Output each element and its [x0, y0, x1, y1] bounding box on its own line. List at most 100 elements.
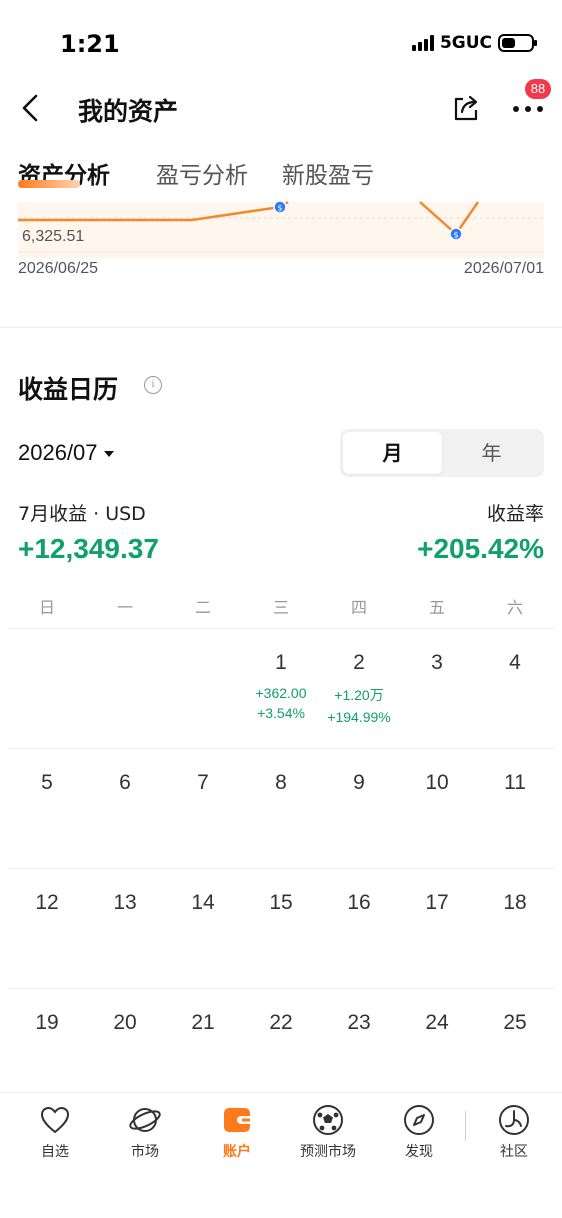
chart-marker: $	[449, 227, 463, 241]
calendar-day[interactable]: 8	[242, 749, 320, 868]
calendar-day-empty	[8, 629, 86, 748]
info-icon[interactable]: i	[144, 376, 162, 394]
day-number: 12	[35, 891, 59, 914]
tab-pnl-analysis[interactable]: 盈亏分析	[156, 156, 248, 190]
day-number: 17	[425, 891, 449, 914]
day-number: 1	[275, 651, 287, 674]
nav-label: 社区	[500, 1144, 528, 1160]
nav-prediction-market[interactable]: 预测市场	[288, 1103, 368, 1161]
weekday-label: 四	[350, 598, 367, 617]
calendar-day[interactable]: 2 +1.20万 +194.99%	[320, 629, 398, 748]
calendar-day[interactable]: 18	[476, 869, 554, 988]
calendar-day[interactable]: 12	[8, 869, 86, 988]
day-pnl: +362.00	[255, 685, 307, 701]
section-divider	[0, 327, 562, 328]
nav-label: 预测市场	[300, 1144, 356, 1160]
day-number: 11	[504, 771, 526, 794]
calendar-day[interactable]: 16	[320, 869, 398, 988]
day-number: 3	[431, 651, 443, 674]
day-number: 6	[119, 771, 131, 794]
month-label: 2026/07	[18, 440, 98, 465]
caret-down-icon	[103, 451, 114, 457]
calendar-day[interactable]: 7	[164, 749, 242, 868]
nav-label: 市场	[131, 1144, 159, 1160]
calendar-day-empty	[164, 629, 242, 748]
chart-end-date: 2026/07/01	[463, 260, 544, 277]
day-number: 24	[425, 1011, 449, 1034]
weekday-label: 日	[38, 598, 55, 617]
day-number: 19	[35, 1011, 59, 1034]
day-number: 21	[191, 1011, 215, 1034]
calendar-day[interactable]: 9	[320, 749, 398, 868]
nav-community[interactable]: 社区	[474, 1103, 554, 1161]
analysis-tabs: 资产分析 盈亏分析 新股盈亏	[0, 150, 562, 198]
calendar-day[interactable]: 15	[242, 869, 320, 988]
share-icon[interactable]	[448, 90, 484, 126]
calendar-day[interactable]: 22	[242, 989, 320, 1108]
calendar-day[interactable]: 11	[476, 749, 554, 868]
calendar-day[interactable]: 3	[398, 629, 476, 748]
calendar-week: 1 +362.00 +3.54% 2 +1.20万 +194.99% 3 4	[8, 628, 554, 748]
calendar-day[interactable]: 21	[164, 989, 242, 1108]
calendar-day-empty	[86, 629, 164, 748]
calendar-day[interactable]: 24	[398, 989, 476, 1108]
day-number: 7	[197, 771, 209, 794]
nav-watchlist[interactable]: 自选	[15, 1103, 95, 1161]
calendar-day[interactable]: 4	[476, 629, 554, 748]
rate-label: 收益率	[486, 503, 544, 525]
day-number: 10	[425, 771, 449, 794]
income-label: 7月收益 · USD	[18, 503, 146, 525]
rate-value: +205.42%	[417, 533, 544, 564]
notification-badge: 88	[525, 79, 551, 99]
calendar-day[interactable]: 6	[86, 749, 164, 868]
chart-marker: $	[273, 200, 287, 214]
calendar-week: 19 20 21 22 23 24 25	[8, 988, 554, 1108]
nav-label: 发现	[405, 1144, 433, 1160]
weekday-label: 六	[506, 598, 523, 617]
network-label: 5GUC	[439, 33, 492, 53]
day-number: 4	[509, 651, 521, 674]
active-tab-indicator	[18, 180, 80, 188]
chart-start-date: 2026/06/25	[18, 260, 99, 277]
calendar-day[interactable]: 23	[320, 989, 398, 1108]
nav-account[interactable]: 账户	[197, 1103, 277, 1161]
nav-label: 自选	[41, 1144, 69, 1160]
nav-divider	[465, 1111, 466, 1141]
calendar-grid: 1 +362.00 +3.54% 2 +1.20万 +194.99% 3 4 5…	[8, 628, 554, 1108]
day-pct: +3.54%	[257, 705, 305, 721]
calendar-day[interactable]: 13	[86, 869, 164, 988]
day-pnl: +1.20万	[334, 687, 384, 703]
calendar-week: 12 13 14 15 16 17 18	[8, 868, 554, 988]
nav-header: 我的资产	[0, 80, 562, 140]
calendar-week: 5 6 7 8 9 10 11	[8, 748, 554, 868]
back-icon[interactable]	[14, 90, 46, 126]
compass-icon	[402, 1103, 436, 1137]
calendar-day[interactable]: 5	[8, 749, 86, 868]
segment-year[interactable]: 年	[442, 432, 541, 474]
calendar-day[interactable]: 10	[398, 749, 476, 868]
nav-discover[interactable]: 发现	[379, 1103, 459, 1161]
calendar-day[interactable]: 19	[8, 989, 86, 1108]
tab-ipo-pnl[interactable]: 新股盈亏	[282, 156, 374, 190]
calendar-day[interactable]: 25	[476, 989, 554, 1108]
day-number: 8	[275, 771, 287, 794]
weekday-label: 二	[194, 598, 211, 617]
day-number: 22	[269, 1011, 293, 1034]
calendar-day[interactable]: 20	[86, 989, 164, 1108]
day-number: 14	[191, 891, 215, 914]
calendar-day[interactable]: 14	[164, 869, 242, 988]
status-time: 1:21	[60, 30, 120, 58]
day-number: 16	[347, 891, 371, 914]
day-number: 13	[113, 891, 137, 914]
weekday-label: 三	[272, 598, 289, 617]
calendar-day[interactable]: 1 +362.00 +3.54%	[242, 629, 320, 748]
nav-market[interactable]: 市场	[105, 1103, 185, 1161]
svg-text:$: $	[453, 231, 458, 240]
day-number: 23	[347, 1011, 371, 1034]
signal-icon	[411, 35, 434, 51]
segment-month[interactable]: 月	[343, 432, 442, 474]
status-indicators: 5GUC	[411, 33, 537, 53]
day-number: 18	[503, 891, 527, 914]
calendar-day[interactable]: 17	[398, 869, 476, 988]
month-selector[interactable]: 2026/07	[18, 440, 114, 466]
